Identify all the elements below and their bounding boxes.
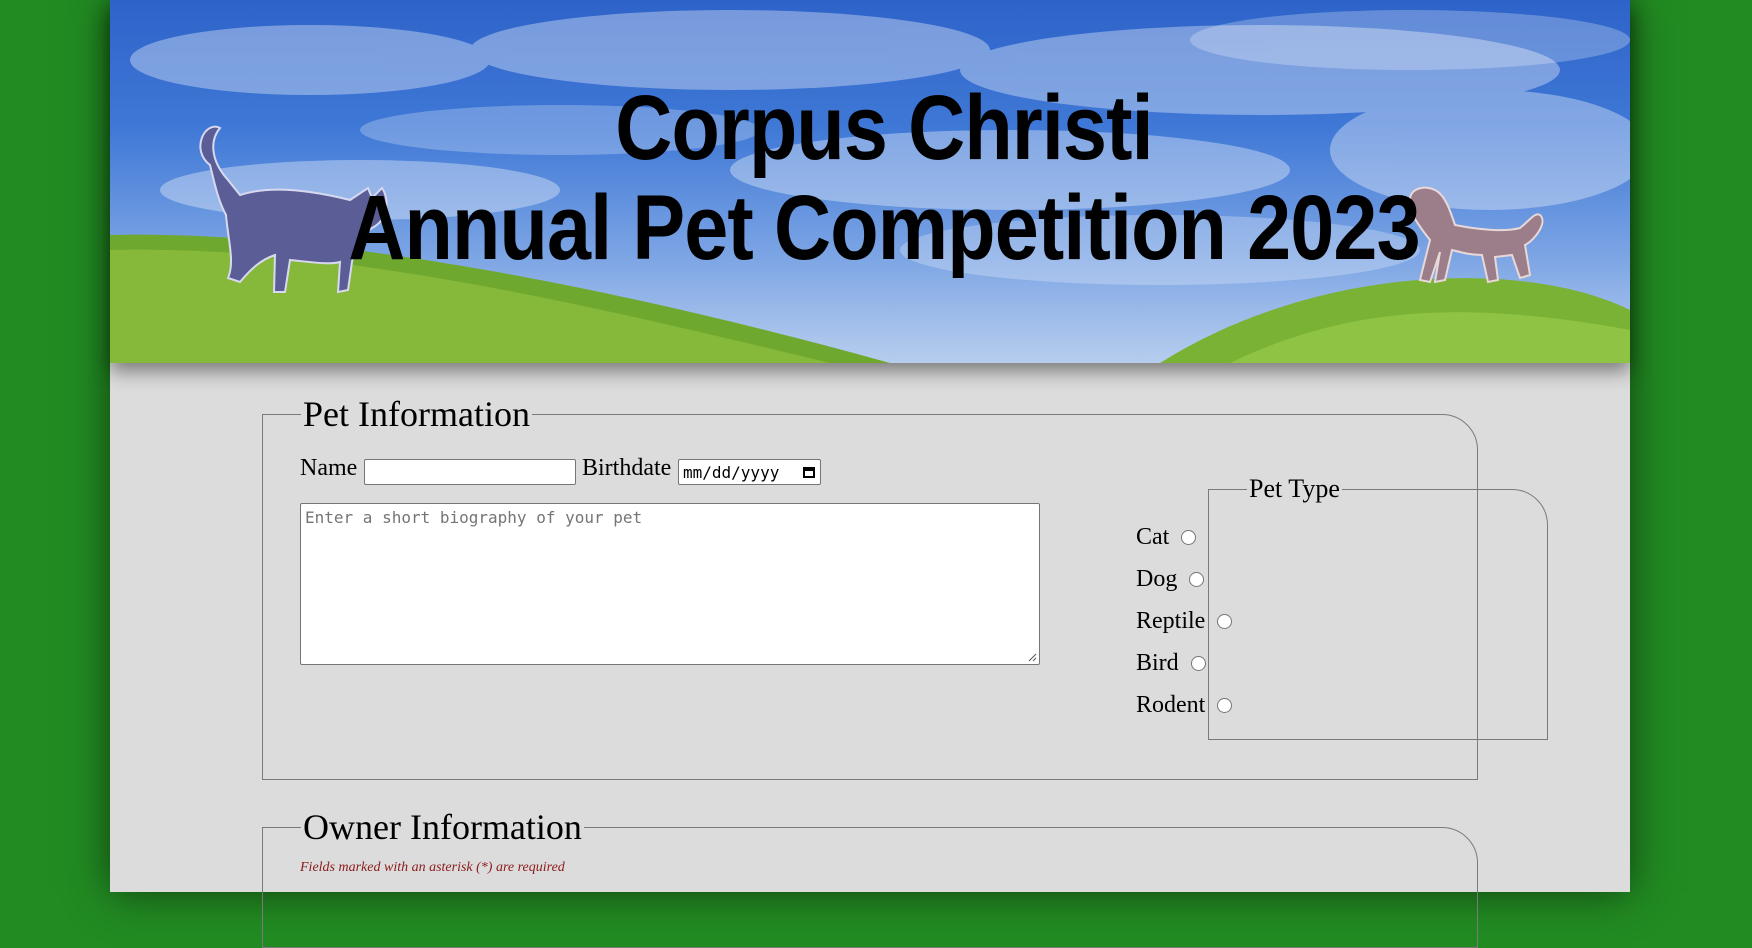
name-label: Name xyxy=(300,455,358,481)
radio-bird[interactable] xyxy=(1190,656,1206,671)
pet-type-fieldset: Pet Type xyxy=(1208,474,1548,740)
banner-title-line1: Corpus Christi xyxy=(615,77,1153,179)
radio-reptile[interactable] xyxy=(1217,614,1233,629)
resize-handle-icon[interactable] xyxy=(1027,652,1037,662)
pet-information-legend: Pet Information xyxy=(303,394,530,434)
owner-information-fieldset: Owner Information xyxy=(262,806,1478,948)
pet-type-option-bird[interactable]: Bird xyxy=(1136,650,1206,677)
required-note: Fields marked with an asterisk (*) are r… xyxy=(300,860,565,875)
banner-title: Corpus Christi Annual Pet Competition 20… xyxy=(218,78,1549,278)
banner: Corpus Christi Annual Pet Competition 20… xyxy=(110,0,1630,363)
pet-type-option-reptile[interactable]: Reptile xyxy=(1136,608,1233,635)
pet-type-legend: Pet Type xyxy=(1249,474,1340,503)
pet-type-option-rodent[interactable]: Rodent xyxy=(1136,692,1233,719)
pet-type-option-label: Cat xyxy=(1136,524,1170,550)
banner-title-line2: Annual Pet Competition 2023 xyxy=(348,177,1420,279)
radio-dog[interactable] xyxy=(1189,572,1205,587)
owner-information-legend: Owner Information xyxy=(303,807,582,847)
page: Corpus Christi Annual Pet Competition 20… xyxy=(110,0,1630,948)
birthdate-label: Birthdate xyxy=(582,455,672,481)
pet-type-option-cat[interactable]: Cat xyxy=(1136,524,1197,551)
birthdate-input[interactable]: mm/dd/yyyy xyxy=(678,459,821,485)
pet-type-option-label: Dog xyxy=(1136,566,1178,592)
bio-placeholder: Enter a short biography of your pet xyxy=(305,508,643,527)
pet-type-option-label: Bird xyxy=(1136,650,1179,676)
pet-type-option-label: Reptile xyxy=(1136,608,1206,634)
radio-cat[interactable] xyxy=(1181,530,1197,545)
calendar-icon[interactable] xyxy=(802,465,816,479)
bio-textarea[interactable]: Enter a short biography of your pet xyxy=(300,503,1040,665)
birthdate-value: mm/dd/yyyy xyxy=(683,462,780,482)
pet-type-option-dog[interactable]: Dog xyxy=(1136,566,1205,593)
radio-rodent[interactable] xyxy=(1217,698,1233,713)
pet-type-option-label: Rodent xyxy=(1136,692,1206,718)
pet-name-input[interactable] xyxy=(364,459,576,485)
